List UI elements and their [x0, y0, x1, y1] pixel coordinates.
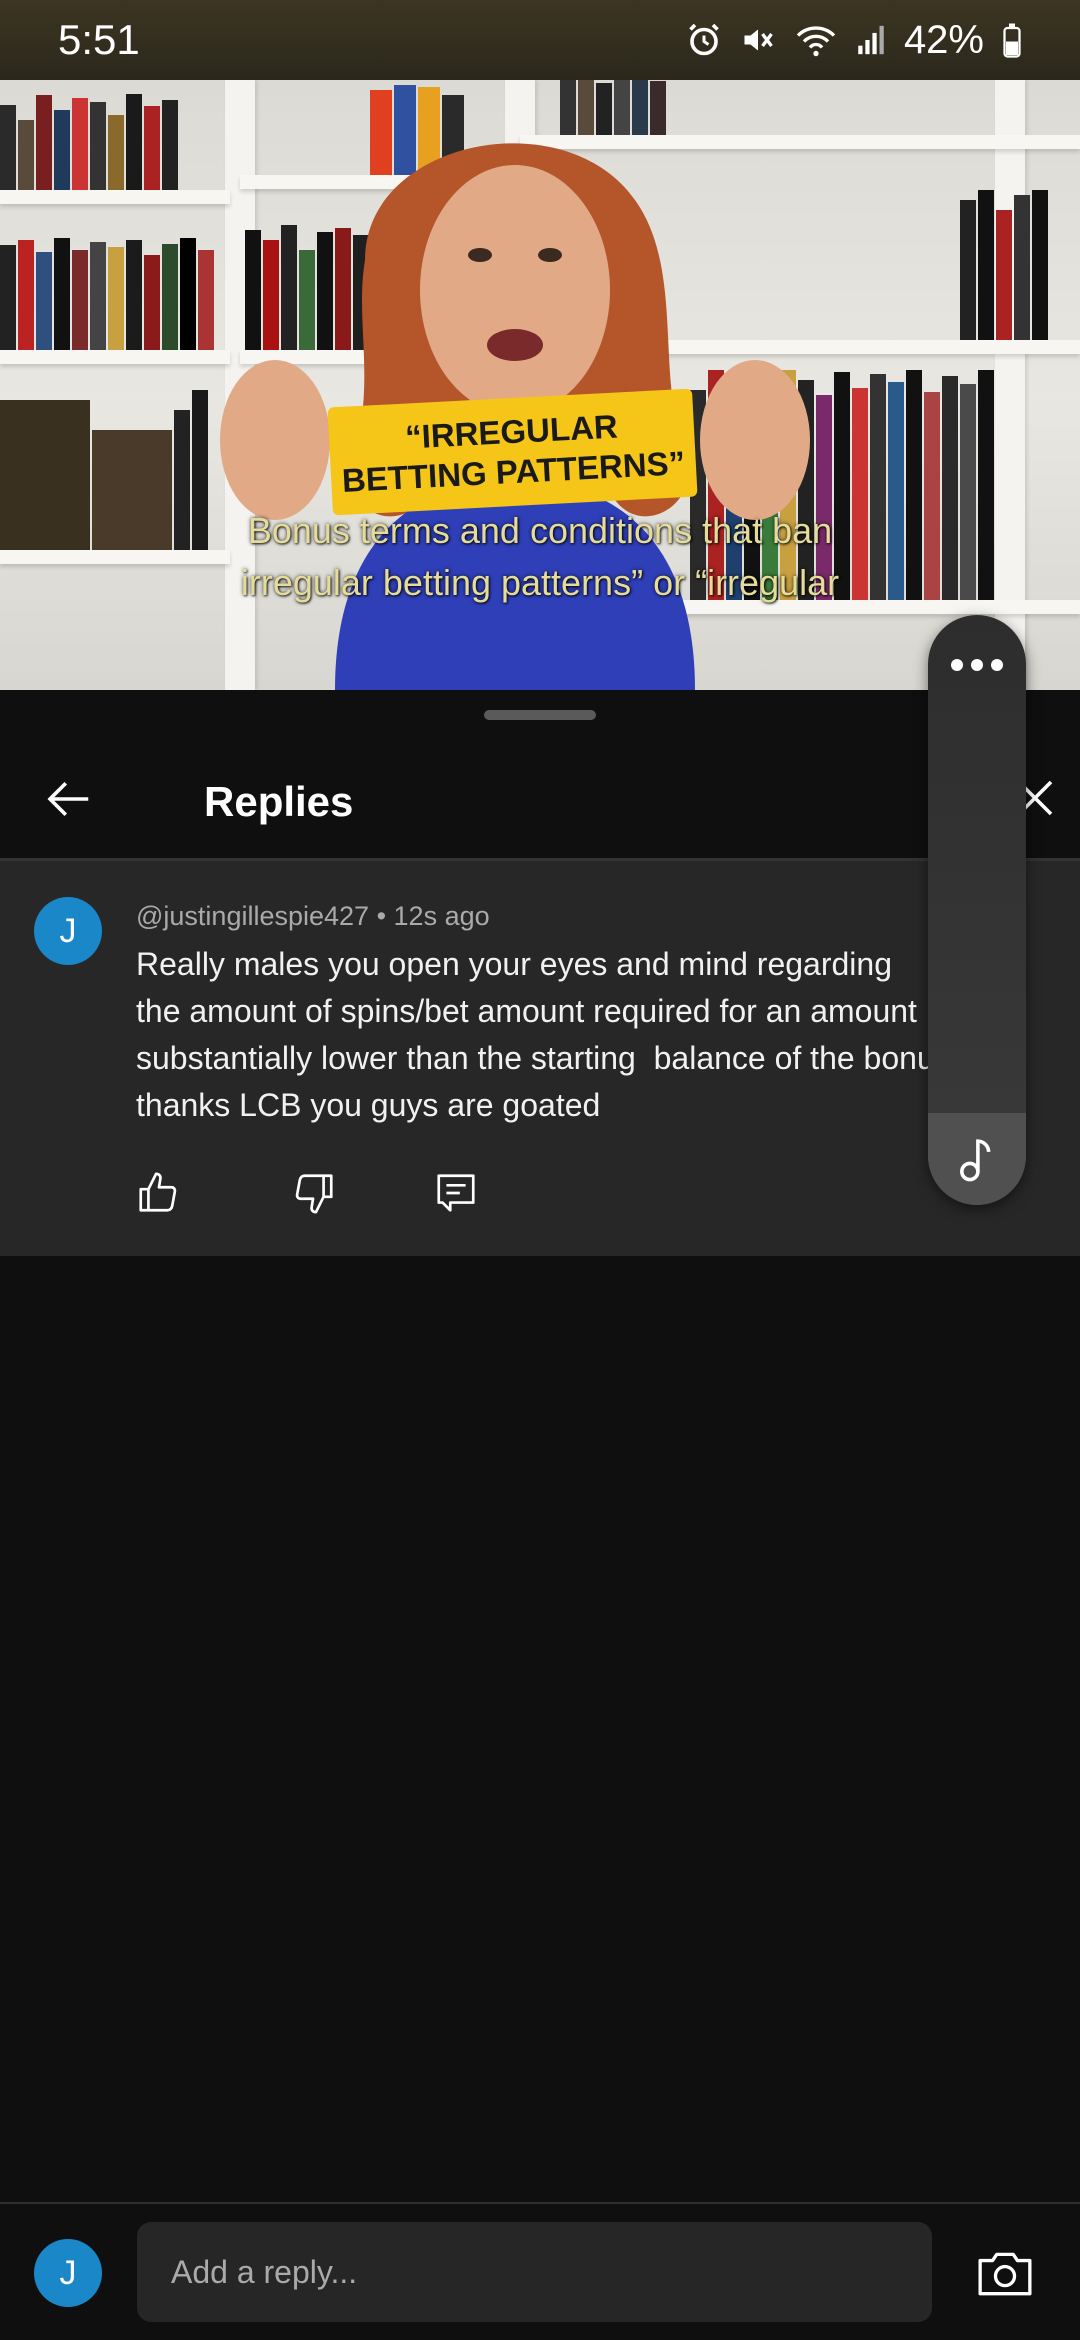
book-row — [960, 180, 1048, 340]
wifi-icon — [796, 26, 836, 57]
video-sign: “IRREGULAR BETTING PATTERNS” — [327, 388, 698, 516]
mute-icon — [744, 29, 773, 51]
status-icons: 42% — [686, 18, 1022, 63]
status-bar: 5:51 42% — [0, 0, 1080, 80]
avatar[interactable]: J — [34, 897, 102, 965]
comment-icon — [437, 1174, 475, 1212]
camera-icon — [978, 2252, 1032, 2296]
replies-sheet: Replies J @justingillespie427 • 12s ago … — [0, 690, 1080, 2340]
shelf — [0, 190, 230, 204]
replies-header: Replies — [0, 740, 1080, 858]
battery-percent: 42% — [903, 17, 984, 62]
parent-comment: J @justingillespie427 • 12s ago Really m… — [0, 861, 1080, 1256]
book-row — [0, 235, 214, 350]
like-button[interactable] — [126, 1161, 190, 1225]
comment-author[interactable]: @justingillespie427 — [136, 901, 369, 931]
arrow-left-icon — [47, 781, 89, 817]
status-time: 5:51 — [58, 16, 140, 63]
thumbs-down-icon — [295, 1174, 333, 1214]
alarm-icon — [689, 23, 719, 56]
battery-icon — [1003, 23, 1021, 58]
camera-button[interactable] — [972, 2240, 1038, 2306]
back-button[interactable] — [38, 769, 98, 829]
reply-input[interactable] — [137, 2222, 932, 2322]
signal-icon — [858, 25, 884, 55]
drag-handle[interactable] — [484, 710, 596, 720]
thumbs-up-icon — [139, 1172, 177, 1212]
video-caption-line-1: Bonus terms and conditions that ban — [247, 510, 833, 551]
meta-separator: • — [376, 901, 387, 931]
more-horizontal-icon — [951, 659, 1003, 671]
video-caption-line-2: irregular betting patterns” or “irregula… — [240, 562, 840, 603]
comment-time: 12s ago — [393, 901, 490, 931]
video-player[interactable]: “IRREGULAR BETTING PATTERNS” Bonus terms… — [0, 0, 1080, 690]
sign-line-2: BETTING PATTERNS” — [341, 444, 686, 499]
floating-control-pill — [928, 615, 1026, 1205]
music-button[interactable] — [928, 1113, 1026, 1205]
book-row — [0, 90, 178, 190]
page-title: Replies — [204, 778, 354, 825]
user-avatar[interactable]: J — [34, 2239, 102, 2307]
reply-button[interactable] — [424, 1161, 488, 1225]
comment-meta: @justingillespie427 • 12s ago — [136, 901, 490, 932]
dislike-button[interactable] — [282, 1161, 346, 1225]
music-note-icon — [960, 1139, 991, 1182]
shelf — [0, 350, 230, 364]
reply-bar: J — [0, 2204, 1080, 2340]
more-button[interactable] — [928, 635, 1026, 695]
